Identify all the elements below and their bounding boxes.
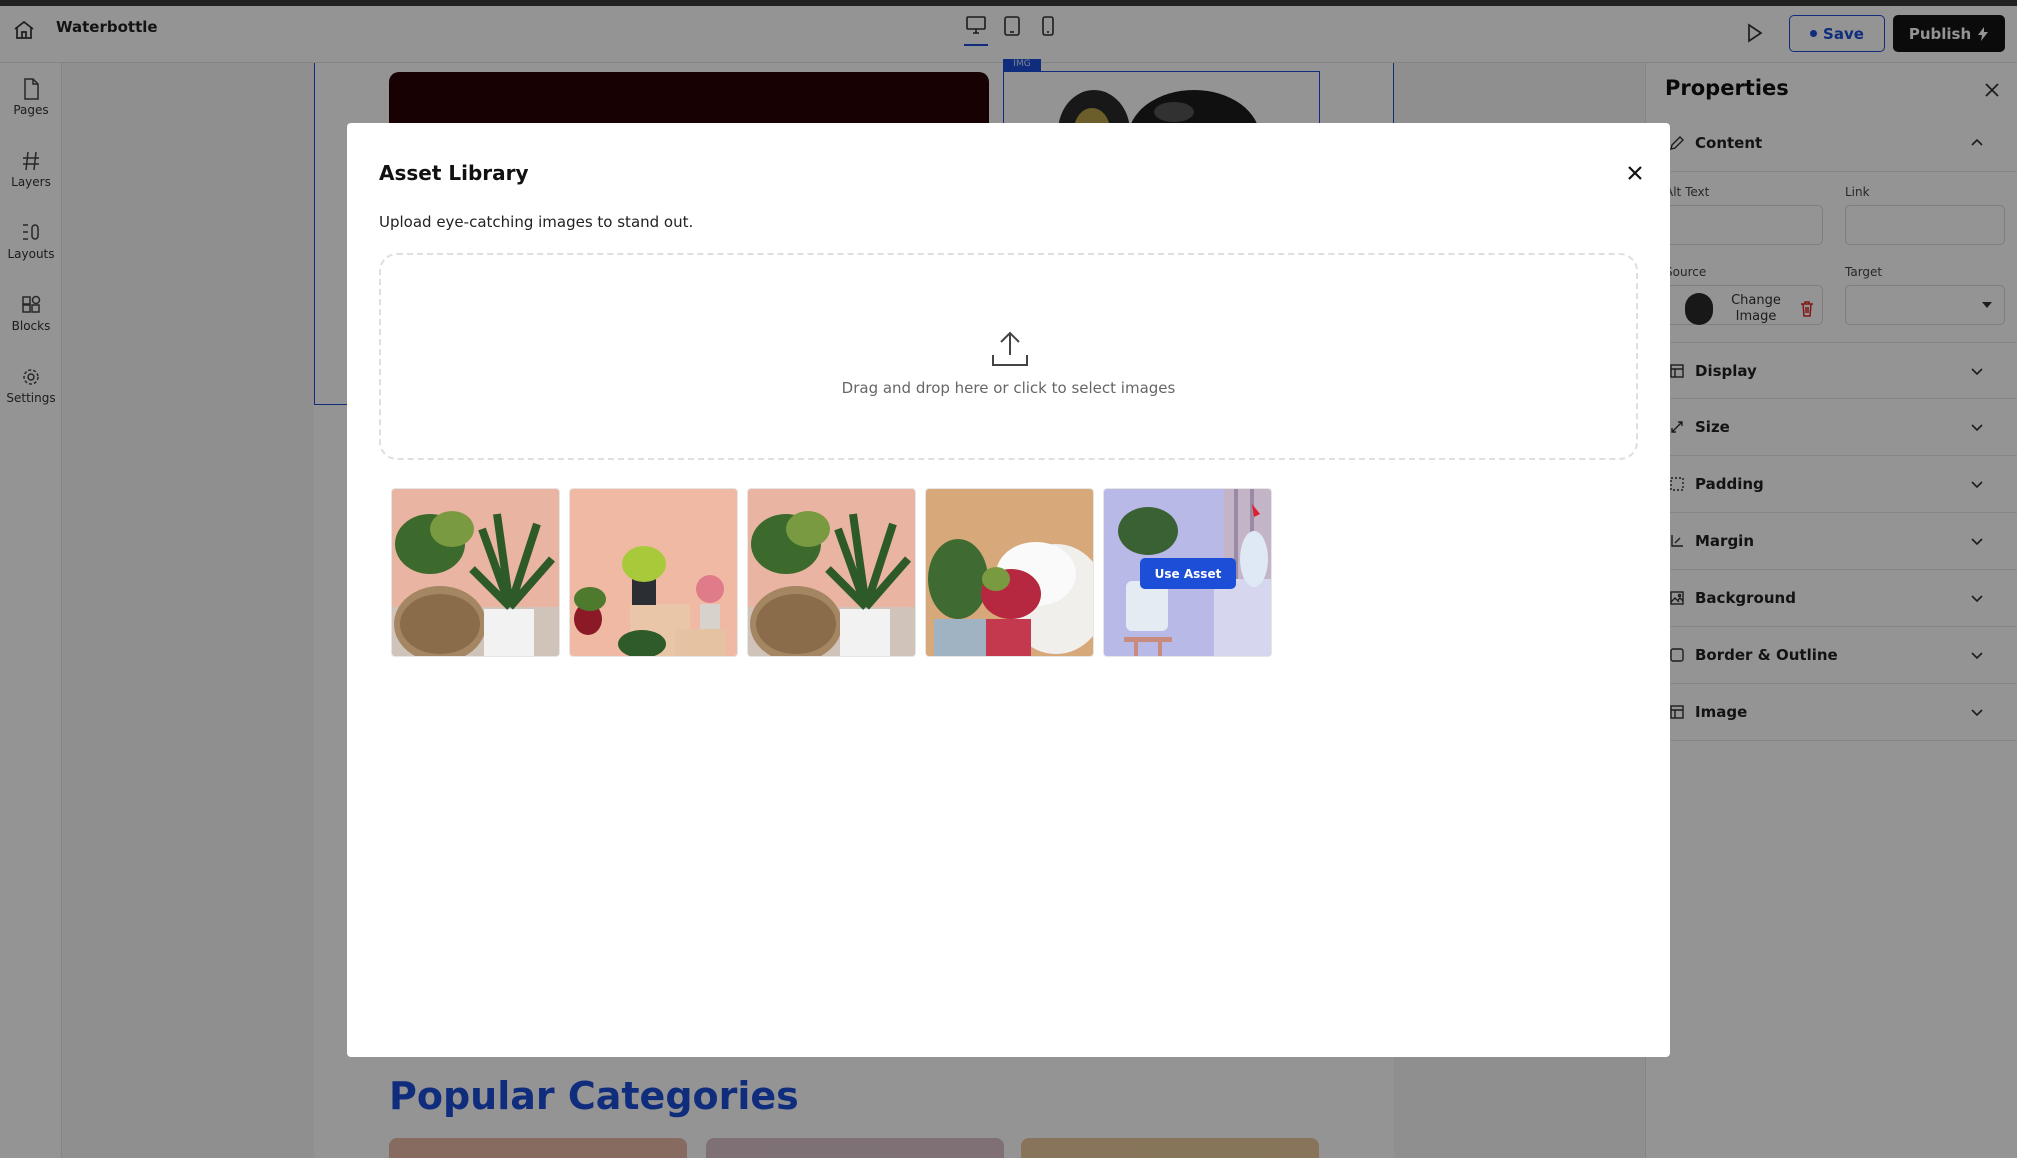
asset-thumbnail[interactable] [747,488,916,657]
asset-thumbnail[interactable]: Use Asset [1103,488,1272,657]
modal-title: Asset Library [379,161,529,185]
modal-subtitle: Upload eye-catching images to stand out. [379,213,694,231]
upload-dropzone[interactable]: Drag and drop here or click to select im… [379,253,1638,460]
upload-icon [990,329,1030,369]
asset-grid: Use Asset [391,488,1272,657]
use-asset-button[interactable]: Use Asset [1140,558,1236,589]
close-icon[interactable] [1623,161,1647,185]
dropzone-text: Drag and drop here or click to select im… [841,379,1176,397]
asset-thumbnail[interactable] [925,488,1094,657]
asset-thumbnail[interactable] [569,488,738,657]
asset-thumbnail[interactable] [391,488,560,657]
asset-library-modal: Asset Library Upload eye-catching images… [347,123,1670,1057]
